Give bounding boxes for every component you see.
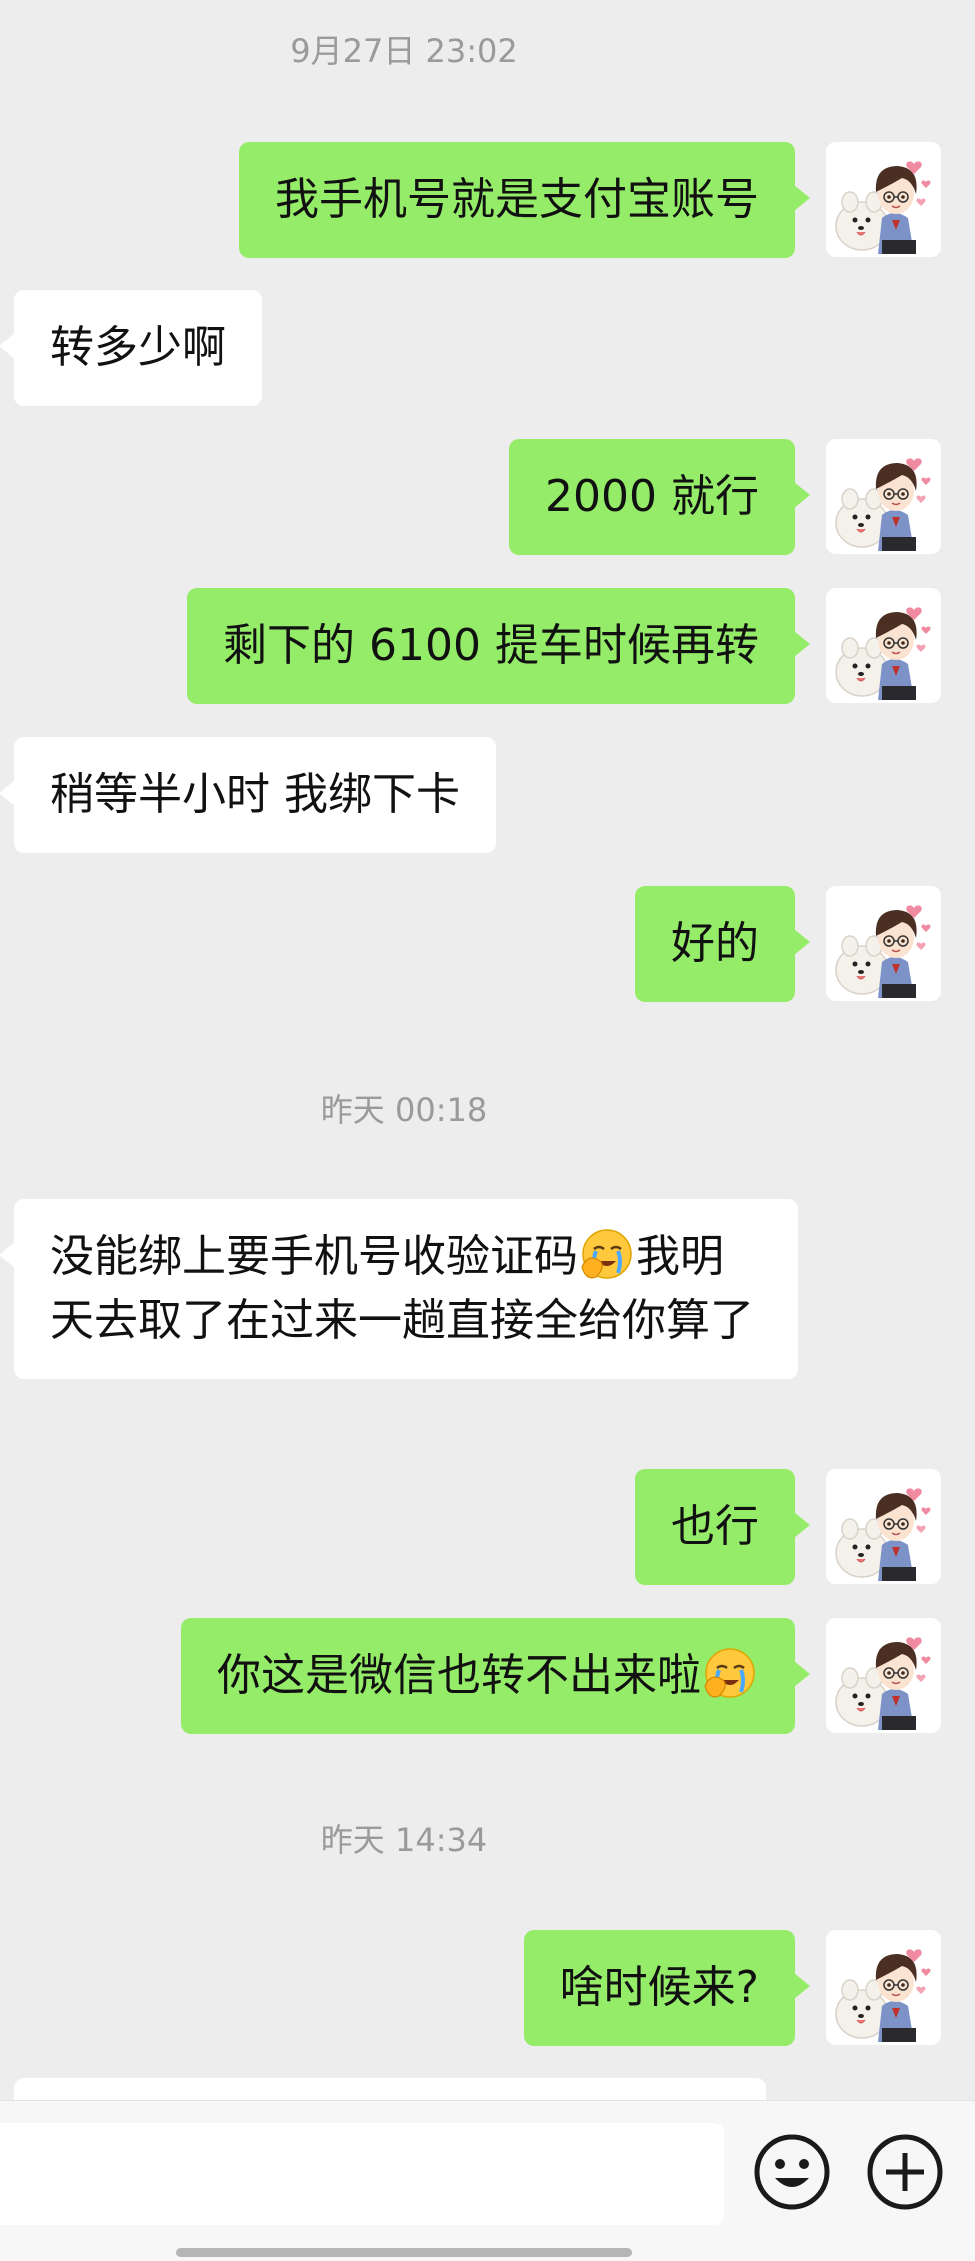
- sent-message-bubble[interactable]: 好的: [635, 886, 810, 1002]
- sent-message-bubble[interactable]: 2000 就行: [509, 439, 810, 555]
- sent-message-bubble[interactable]: 我手机号就是支付宝账号: [239, 142, 810, 258]
- timestamp: 9月27日 23:02: [290, 32, 518, 70]
- facepalm-emoji-icon: [703, 1646, 757, 1700]
- message-text: 你这是微信也转不出来啦: [217, 1650, 701, 1701]
- message-text: 我手机号就是支付宝账号: [275, 174, 759, 225]
- sent-message-bubble[interactable]: 剩下的 6100 提车时候再转: [187, 588, 810, 704]
- message-text: 好的: [671, 918, 759, 969]
- user-avatar-icon[interactable]: [826, 1618, 941, 1733]
- timestamp: 昨天 14:34: [320, 1821, 488, 1859]
- user-avatar-icon[interactable]: [826, 439, 941, 554]
- message-text: 啥时候来?: [559, 1962, 759, 2013]
- sent-message-bubble[interactable]: 你这是微信也转不出来啦: [181, 1618, 810, 1734]
- message-text: 转多少啊: [50, 322, 226, 373]
- user-avatar-icon[interactable]: [826, 886, 941, 1001]
- sent-message-bubble[interactable]: 也行: [635, 1469, 810, 1585]
- received-message-bubble[interactable]: 稍等半小时 我绑下卡: [0, 737, 496, 853]
- chat-area: 9月27日 23:02 我手机号就是支付宝账号 转多少啊 2000 就行 剩下的…: [0, 0, 975, 2194]
- message-text: 也行: [671, 1501, 759, 1552]
- sent-message-bubble[interactable]: 啥时候来?: [523, 1930, 811, 2046]
- timestamp: 昨天 00:18: [320, 1091, 488, 1129]
- facepalm-emoji-icon: [580, 1227, 634, 1281]
- received-message-bubble[interactable]: 没能绑上要手机号收验证码 我明天去取了在过来一趟直接全给你算了: [0, 1199, 798, 1379]
- user-avatar-icon[interactable]: [826, 142, 941, 257]
- user-avatar-icon[interactable]: [826, 588, 941, 703]
- user-avatar-icon[interactable]: [826, 1469, 941, 1584]
- home-indicator[interactable]: [176, 2248, 632, 2257]
- smiley-face-icon[interactable]: [751, 2131, 833, 2213]
- received-message-bubble[interactable]: 转多少啊: [0, 290, 262, 406]
- message-text: 稍等半小时 我绑下卡: [50, 769, 460, 820]
- message-text: 剩下的 6100 提车时候再转: [223, 620, 759, 671]
- message-text: 2000 就行: [545, 471, 759, 522]
- message-input[interactable]: [0, 2123, 724, 2225]
- input-bar: [0, 2100, 975, 2261]
- message-text: 没能绑上要手机号收验证码: [50, 1231, 578, 1282]
- plus-circle-icon[interactable]: [864, 2131, 946, 2213]
- user-avatar-icon[interactable]: [826, 1930, 941, 2045]
